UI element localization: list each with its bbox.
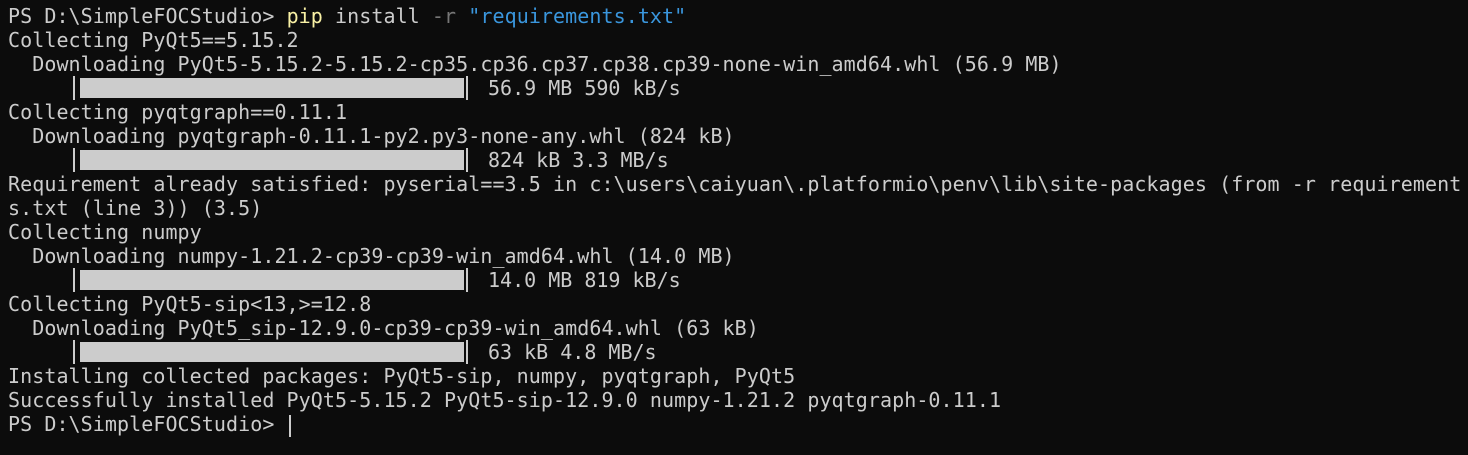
output-line: Collecting numpy	[8, 220, 202, 244]
prompt: PS D:\SimpleFOCStudio>	[8, 4, 287, 28]
command-name: pip	[286, 4, 323, 28]
output-line: Collecting pyqtgraph==0.11.1	[8, 100, 348, 124]
command-args: install	[322, 4, 432, 28]
progress-fill	[80, 150, 464, 170]
output-line: Successfully installed PyQt5-5.15.2 PyQt…	[8, 388, 1002, 412]
progress-stats: 56.9 MB 590 kB/s	[488, 76, 681, 100]
output-line: Downloading PyQt5-5.15.2-5.15.2-cp35.cp3…	[8, 52, 1062, 76]
progress-bar: 824 kB 3.3 MB/s	[8, 148, 669, 172]
progress-stats: 824 kB 3.3 MB/s	[488, 148, 669, 172]
command-flag: -r	[431, 4, 457, 28]
prompt: PS D:\SimpleFOCStudio>	[8, 412, 287, 436]
command-line: PS D:\SimpleFOCStudio> pip install -r "r…	[8, 4, 686, 28]
progress-stats: 63 kB 4.8 MB/s	[488, 340, 657, 364]
prompt-line[interactable]: PS D:\SimpleFOCStudio>	[8, 412, 291, 437]
output-line: Downloading pyqtgraph-0.11.1-py2.py3-non…	[8, 124, 735, 148]
output-line: Installing collected packages: PyQt5-sip…	[8, 364, 796, 388]
progress-stats: 14.0 MB 819 kB/s	[488, 268, 681, 292]
progress-fill	[80, 270, 464, 290]
output-line: s.txt (line 3)) (3.5)	[8, 196, 263, 220]
progress-fill	[80, 78, 464, 98]
progress-bar: 14.0 MB 819 kB/s	[8, 268, 681, 292]
progress-bar: 56.9 MB 590 kB/s	[8, 76, 681, 100]
progress-fill	[80, 342, 464, 362]
text-cursor	[288, 414, 291, 437]
output-line: Downloading PyQt5_sip-12.9.0-cp39-cp39-w…	[8, 316, 759, 340]
progress-bar: 63 kB 4.8 MB/s	[8, 340, 657, 364]
output-line: Collecting PyQt5-sip<13,>=12.8	[8, 292, 372, 316]
output-line: Collecting PyQt5==5.15.2	[8, 28, 299, 52]
terminal-window[interactable]: PS D:\SimpleFOCStudio> pip install -r "r…	[0, 0, 1468, 455]
output-line: Requirement already satisfied: pyserial=…	[8, 172, 1462, 196]
output-line: Downloading numpy-1.21.2-cp39-cp39-win_a…	[8, 244, 735, 268]
command-file-arg: "requirements.txt"	[468, 4, 687, 28]
